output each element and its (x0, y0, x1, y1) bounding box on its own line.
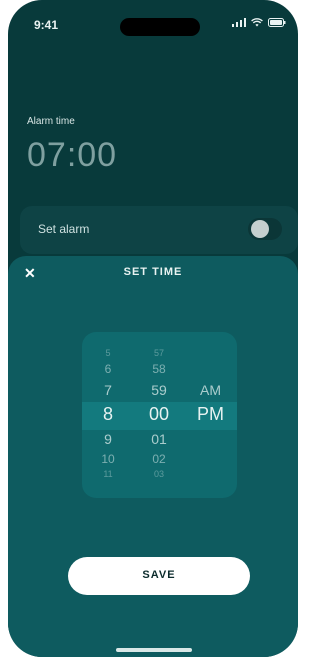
minute-option[interactable]: 59 (134, 382, 184, 398)
sheet-title: SET TIME (123, 266, 183, 278)
battery-icon (268, 18, 286, 27)
dynamic-island (120, 18, 200, 36)
time-picker[interactable]: 5 6 7 8 9 10 11 57 58 59 00 01 02 03 AM … (82, 332, 237, 498)
set-time-sheet: ✕ SET TIME 5 6 7 8 9 10 11 57 58 59 00 0… (8, 256, 298, 657)
hour-option[interactable]: 6 (82, 362, 134, 376)
minute-option[interactable]: 03 (134, 469, 184, 479)
set-alarm-toggle[interactable] (248, 218, 282, 240)
minute-option-selected[interactable]: 00 (134, 404, 184, 425)
minute-option[interactable]: 57 (134, 348, 184, 358)
minute-option[interactable]: 02 (134, 452, 184, 466)
hour-option[interactable]: 10 (82, 452, 134, 466)
minute-option[interactable]: 01 (134, 431, 184, 447)
status-bar: 9:41 (8, 0, 298, 44)
hour-wheel[interactable]: 5 6 7 8 9 10 11 (82, 332, 134, 498)
hour-option[interactable]: 9 (82, 431, 134, 447)
wifi-icon (251, 18, 263, 27)
period-option[interactable]: AM (184, 382, 237, 398)
hour-option-selected[interactable]: 8 (82, 404, 134, 425)
alarm-time-value: 07:00 (27, 136, 118, 174)
home-indicator (116, 648, 192, 652)
cellular-signal-icon (232, 18, 246, 27)
period-option-selected[interactable]: PM (184, 404, 237, 425)
set-alarm-label: Set alarm (38, 222, 90, 236)
status-icons (232, 18, 286, 27)
hour-option[interactable]: 5 (82, 348, 134, 358)
period-wheel[interactable]: AM PM (184, 332, 237, 498)
save-button-label: SAVE (142, 569, 176, 581)
phone-screen: 9:41 Alarm time 07:00 Set alarm ✕ SET TI… (8, 0, 298, 657)
hour-option[interactable]: 11 (82, 469, 134, 479)
set-alarm-row[interactable]: Set alarm (20, 206, 298, 254)
minute-wheel[interactable]: 57 58 59 00 01 02 03 (134, 332, 184, 498)
toggle-knob (251, 220, 269, 238)
hour-option[interactable]: 7 (82, 382, 134, 398)
minute-option[interactable]: 58 (134, 362, 184, 376)
save-button[interactable]: SAVE (68, 557, 250, 595)
status-time: 9:41 (34, 18, 59, 32)
alarm-time-label: Alarm time (27, 116, 75, 127)
